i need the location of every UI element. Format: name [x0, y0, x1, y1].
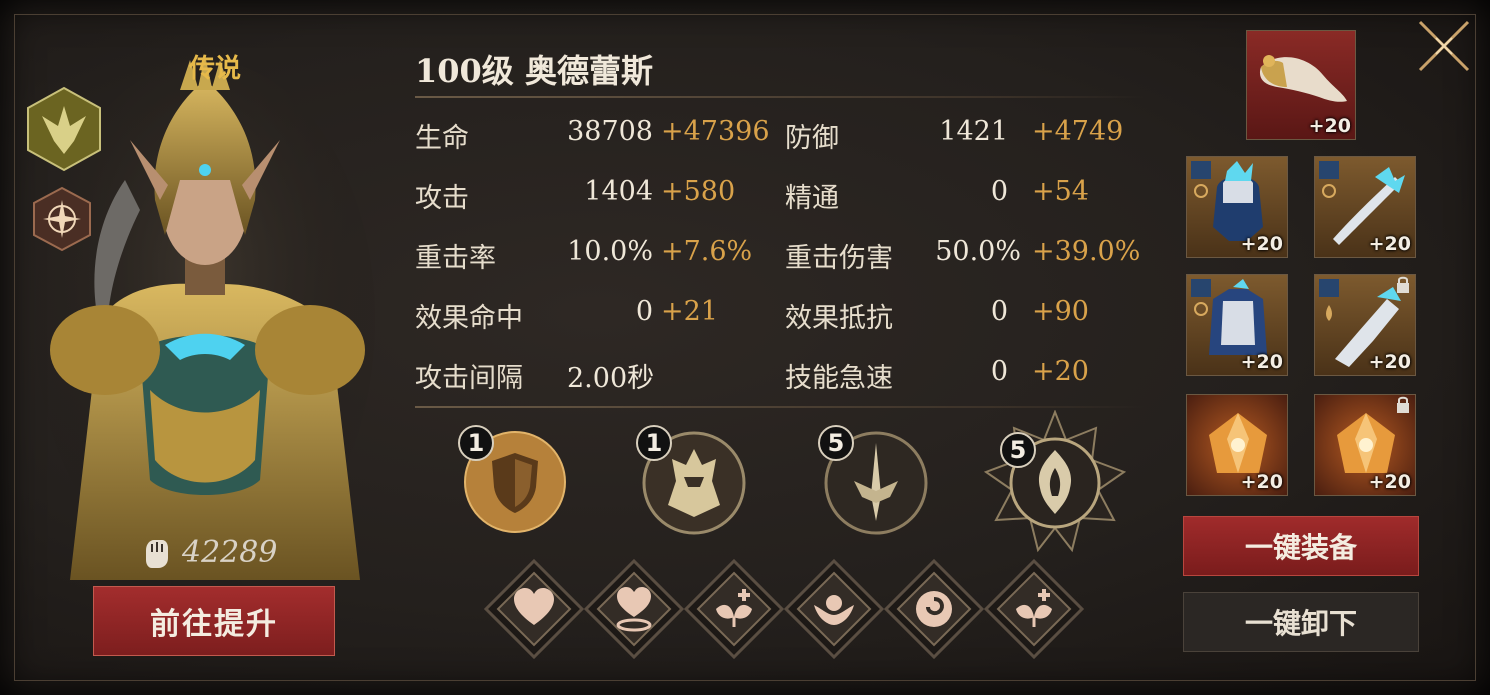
swirl-icon[interactable]	[884, 559, 984, 659]
divider	[415, 406, 1145, 408]
set-count-badge: 5	[818, 425, 854, 461]
item-level: +20	[1368, 471, 1411, 493]
stat-crit-damage: 重击伤害 50.0% +39.0%	[785, 236, 1145, 276]
set-bonus-helmet[interactable]: 1	[636, 425, 748, 537]
combat-power-value: 42289	[182, 535, 278, 570]
stat-mastery: 精通 0 +54	[785, 176, 1125, 216]
item-level: +20	[1368, 233, 1411, 255]
leaf-plus-icon[interactable]	[984, 559, 1084, 659]
stat-name: 防御	[785, 123, 839, 154]
stat-bonus: +39.0%	[1032, 236, 1141, 267]
divider	[415, 96, 1145, 98]
stat-attack-interval: 攻击间隔 2.00秒	[415, 356, 775, 396]
set-count-badge: 1	[636, 425, 672, 461]
item-level: +20	[1308, 115, 1351, 137]
item-level: +20	[1368, 351, 1411, 373]
rarity-label: 传说	[188, 54, 241, 84]
stat-base: 1404	[584, 176, 653, 207]
stat-defense: 防御 1421 +4749	[785, 116, 1125, 156]
stat-hp: 生命 38708 +47396	[415, 116, 775, 156]
stat-name: 生命	[415, 123, 469, 154]
stat-value: 2.00秒	[567, 363, 655, 394]
set-bonus-sword[interactable]: 5	[818, 425, 930, 537]
stat-attack: 攻击 1404 +580	[415, 176, 775, 216]
heart-icon[interactable]	[484, 559, 584, 659]
stat-base: 0	[990, 176, 1008, 207]
equip-slot-helmet[interactable]: +20	[1186, 156, 1288, 258]
stat-name: 攻击间隔	[415, 363, 523, 394]
heart-shield-icon[interactable]	[584, 559, 684, 659]
stat-base: 10.0%	[567, 236, 653, 267]
set-count-badge: 1	[458, 425, 494, 461]
stat-base: 38708	[567, 116, 653, 147]
stat-bonus: +7.6%	[661, 236, 753, 267]
stat-base: 50.0%	[935, 236, 1021, 267]
equip-all-button[interactable]: 一键装备	[1183, 516, 1419, 576]
stat-name: 效果抵抗	[785, 303, 893, 334]
stat-bonus: +20	[1032, 356, 1089, 387]
stat-crit-rate: 重击率 10.0% +7.6%	[415, 236, 775, 276]
item-level: +20	[1240, 233, 1283, 255]
hero-detail-panel: 传说 42289 前往提升 100级 奥德蕾斯 生命 38708 +47396 …	[0, 0, 1490, 695]
fist-icon	[146, 539, 168, 568]
stat-bonus: +4749	[1032, 116, 1124, 147]
winged-emblem-icon[interactable]	[26, 86, 102, 172]
stat-name: 重击率	[415, 243, 496, 274]
stat-bonus: +21	[661, 296, 718, 327]
stat-effect-hit: 效果命中 0 +21	[415, 296, 775, 336]
lock-icon	[1397, 276, 1409, 293]
equip-slot-gauntlet[interactable]: +20	[1314, 274, 1416, 376]
hero-title: 100级 奥德蕾斯	[415, 52, 653, 90]
equip-slot-horn[interactable]: +20	[1246, 30, 1356, 140]
equip-slot-armor[interactable]: +20	[1186, 274, 1288, 376]
stat-bonus: +90	[1032, 296, 1089, 327]
stat-name: 效果命中	[415, 303, 523, 334]
equip-slot-gem-2[interactable]: +20	[1314, 394, 1416, 496]
combat-power: 42289	[140, 535, 277, 570]
item-level: +20	[1240, 351, 1283, 373]
flame-medallion-icon	[983, 409, 1127, 553]
equip-slot-gem-1[interactable]: +20	[1186, 394, 1288, 496]
lock-icon	[1397, 396, 1409, 413]
stat-name: 技能急速	[785, 363, 893, 394]
leaf-plus-icon[interactable]	[684, 559, 784, 659]
stat-base: 0	[990, 296, 1008, 327]
stat-bonus: +54	[1032, 176, 1089, 207]
set-bonus-flame[interactable]: 5	[982, 409, 1128, 556]
stat-skill-haste: 技能急速 0 +20	[785, 356, 1125, 396]
stat-name: 攻击	[415, 183, 469, 214]
unequip-all-button[interactable]: 一键卸下	[1183, 592, 1419, 652]
stat-base: 0	[990, 356, 1008, 387]
stat-name: 精通	[785, 183, 839, 214]
stat-effect-resist: 效果抵抗 0 +90	[785, 296, 1125, 336]
stat-bonus: +580	[661, 176, 736, 207]
close-icon[interactable]	[1414, 16, 1474, 76]
go-upgrade-button[interactable]: 前往提升	[93, 586, 335, 656]
stat-base: 0	[635, 296, 653, 327]
stat-name: 重击伤害	[785, 243, 893, 274]
stat-base: 1421	[939, 116, 1008, 147]
item-level: +20	[1240, 471, 1283, 493]
set-bonus-shield[interactable]: 1	[458, 425, 568, 535]
set-count-badge: 5	[1000, 432, 1036, 468]
equip-slot-weapon[interactable]: +20	[1314, 156, 1416, 258]
lotus-icon[interactable]	[784, 559, 884, 659]
stat-bonus: +47396	[661, 116, 770, 147]
compass-star-icon[interactable]	[32, 186, 92, 252]
